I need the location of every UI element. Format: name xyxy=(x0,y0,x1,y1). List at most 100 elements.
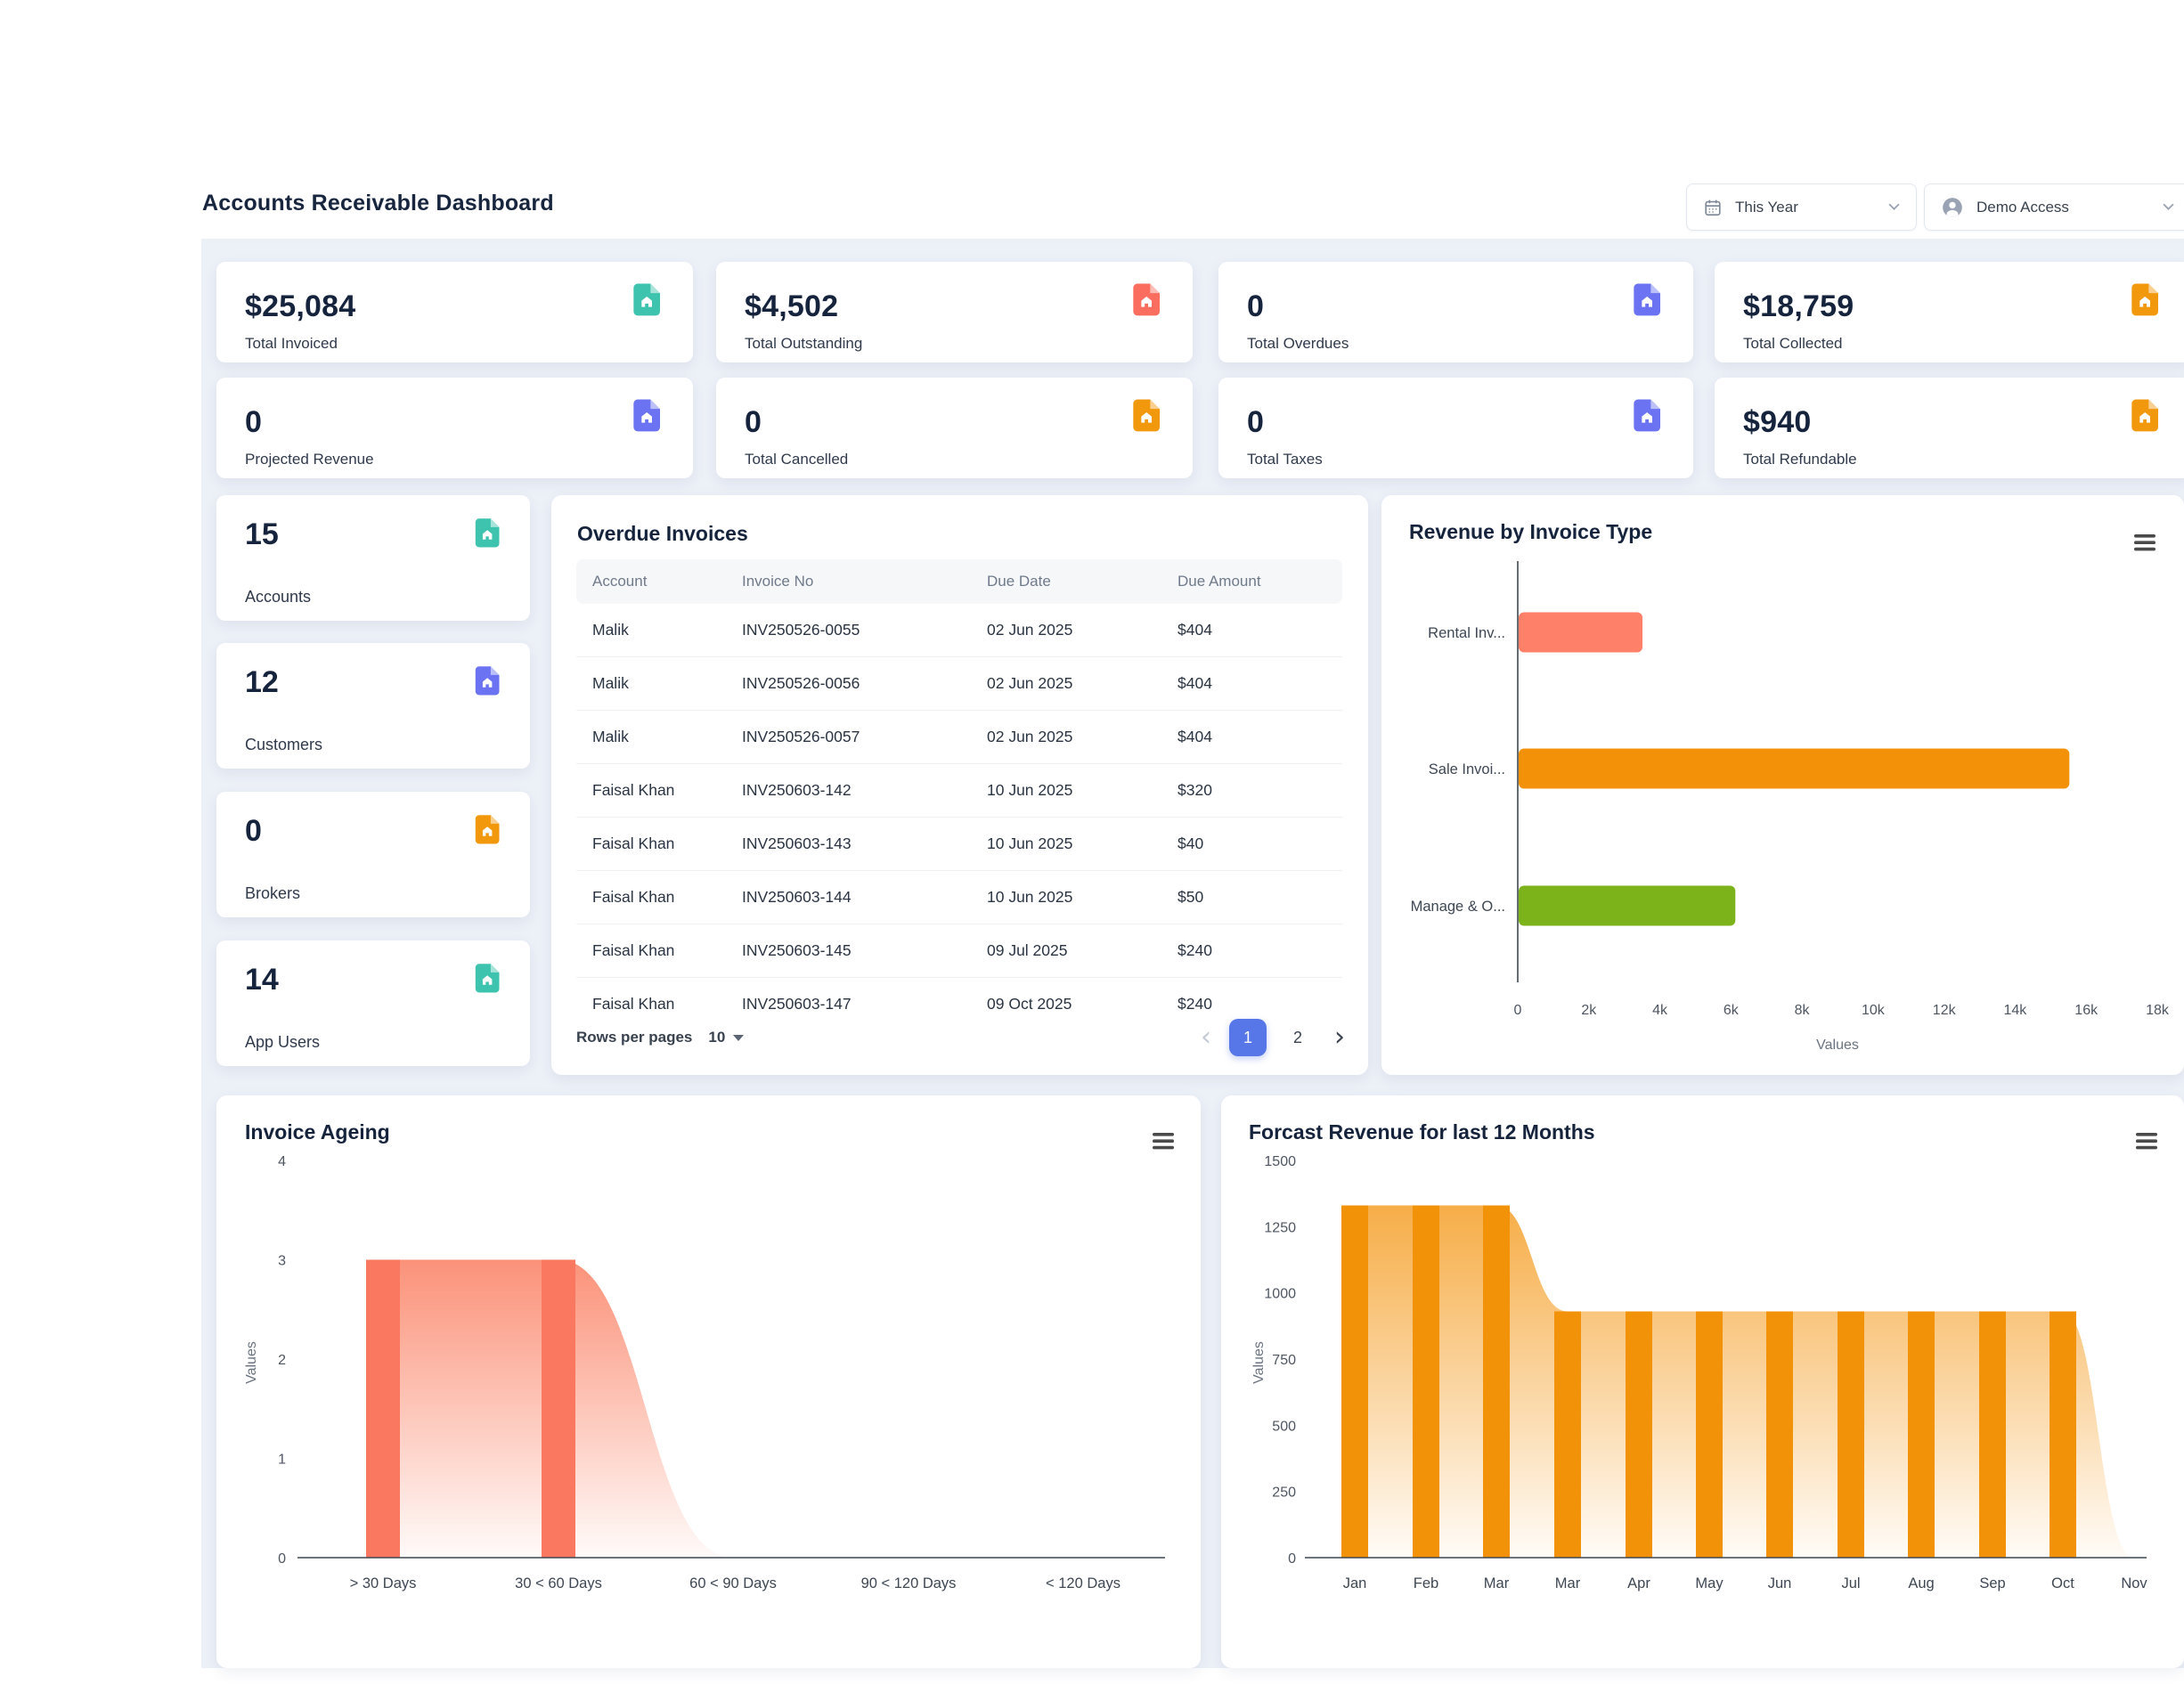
table-cell: Malik xyxy=(576,604,726,657)
chart-menu-icon[interactable] xyxy=(2136,1133,2159,1152)
table-cell: $404 xyxy=(1161,711,1342,764)
table-cell: 10 Jun 2025 xyxy=(971,818,1161,871)
table-cell: 10 Jun 2025 xyxy=(971,871,1161,924)
x-category-label: 90 < 120 Days xyxy=(861,1575,957,1591)
x-tick-label: 2k xyxy=(1581,1003,1597,1018)
stat-card: 14App Users xyxy=(216,940,530,1066)
pagination-next-icon[interactable]: › xyxy=(1334,1024,1345,1051)
kpi-label: Projected Revenue xyxy=(245,451,374,468)
y-tick-label: 1 xyxy=(278,1453,286,1468)
bar-4 xyxy=(1626,1312,1652,1559)
x-tick-label: 16k xyxy=(2074,1003,2098,1018)
table-cell: 02 Jun 2025 xyxy=(971,604,1161,657)
table-row: MalikINV250526-005502 Jun 2025$404 xyxy=(576,604,1342,657)
table-cell: INV250526-0055 xyxy=(726,604,971,657)
bar-1 xyxy=(542,1260,575,1559)
table-cell: $240 xyxy=(1161,924,1342,978)
y-tick-label: 1500 xyxy=(1264,1154,1296,1169)
chart-menu-icon[interactable] xyxy=(2134,534,2157,553)
table-cell: INV250603-143 xyxy=(726,818,971,871)
kpi-value: 0 xyxy=(245,406,262,438)
table-cell: 02 Jun 2025 xyxy=(971,711,1161,764)
x-category-label: 60 < 90 Days xyxy=(689,1575,777,1591)
stat-label: App Users xyxy=(245,1033,320,1052)
y-tick-label: 4 xyxy=(278,1154,286,1169)
table-cell: 02 Jun 2025 xyxy=(971,657,1161,711)
x-category-label: > 30 Days xyxy=(350,1575,417,1591)
invoice-file-icon xyxy=(471,813,503,845)
y-tick-label: 750 xyxy=(1272,1353,1296,1368)
x-category-label: Nov xyxy=(2121,1575,2147,1591)
period-select[interactable]: This Year xyxy=(1686,183,1917,231)
x-tick-label: 10k xyxy=(1862,1003,1886,1018)
table-cell: INV250603-147 xyxy=(726,978,971,1013)
table-footer: Rows per pages 10 ‹ 12 › xyxy=(576,1017,1345,1058)
invoice-file-icon xyxy=(1629,281,1665,317)
x-category-label: Feb xyxy=(1414,1575,1438,1591)
x-category-label: May xyxy=(1695,1575,1724,1591)
table-cell: Faisal Khan xyxy=(576,818,726,871)
stat-value: 12 xyxy=(245,666,279,698)
kpi-card: $25,084Total Invoiced xyxy=(216,262,693,362)
caret-down-icon xyxy=(733,1035,744,1041)
stat-label: Accounts xyxy=(245,588,311,606)
x-tick-label: 0 xyxy=(1514,1003,1522,1018)
y-tick-label: 250 xyxy=(1272,1486,1296,1501)
rows-per-page-value: 10 xyxy=(708,1029,725,1046)
pagination-page-2[interactable]: 2 xyxy=(1279,1019,1316,1056)
x-tick-label: 6k xyxy=(1724,1003,1740,1018)
dashboard-page: Accounts Receivable Dashboard This Year xyxy=(0,0,2184,1685)
invoice-ageing-chart: 43210> 30 Days30 < 60 Days60 < 90 Days90… xyxy=(216,1095,1201,1668)
x-category-label: Oct xyxy=(2051,1575,2074,1591)
table-cell: Malik xyxy=(576,711,726,764)
invoice-file-icon xyxy=(1629,397,1665,433)
forecast-revenue-chart: 1500125010007505002500JanFebMarMarAprMay… xyxy=(1221,1095,2184,1668)
kpi-card: $4,502Total Outstanding xyxy=(716,262,1193,362)
column-header: Due Date xyxy=(971,559,1161,604)
table-cell: INV250603-142 xyxy=(726,764,971,818)
invoice-file-icon xyxy=(471,517,503,549)
table-cell: Malik xyxy=(576,657,726,711)
page-title: Accounts Receivable Dashboard xyxy=(202,191,554,216)
hbar-category-label: Sale Invoi... xyxy=(1429,761,1505,777)
y-tick-label: 1250 xyxy=(1264,1220,1296,1235)
kpi-value: $4,502 xyxy=(745,290,838,322)
pagination-prev-icon[interactable]: ‹ xyxy=(1201,1024,1211,1051)
invoice-file-icon xyxy=(629,397,664,433)
user-select-value: Demo Access xyxy=(1976,199,2069,216)
revenue-by-invoice-type-chart: Rental Inv...Sale Invoi...Manage & O...0… xyxy=(1381,495,2184,1075)
kpi-value: $25,084 xyxy=(245,290,355,322)
forecast-revenue-panel: 1500125010007505002500JanFebMarMarAprMay… xyxy=(1221,1095,2184,1668)
table-cell: INV250603-145 xyxy=(726,924,971,978)
kpi-value: 0 xyxy=(1247,406,1264,438)
bar-7 xyxy=(1838,1312,1864,1559)
x-category-label: Mar xyxy=(1555,1575,1581,1591)
kpi-card: $18,759Total Collected xyxy=(1715,262,2184,362)
stat-value: 0 xyxy=(245,815,262,847)
invoice-file-icon xyxy=(471,664,503,696)
bar-10 xyxy=(2050,1312,2076,1559)
table-cell: $320 xyxy=(1161,764,1342,818)
kpi-card: 0Total Overdues xyxy=(1218,262,1693,362)
table-cell: Faisal Khan xyxy=(576,764,726,818)
period-select-value: This Year xyxy=(1735,199,1798,216)
y-axis-title: Values xyxy=(1251,1341,1267,1384)
pagination: ‹ 12 › xyxy=(1201,1019,1345,1056)
pagination-page-1[interactable]: 1 xyxy=(1229,1019,1267,1056)
y-tick-label: 500 xyxy=(1272,1419,1296,1434)
x-category-label: Sep xyxy=(1979,1575,2005,1591)
chevron-down-icon xyxy=(1888,203,1900,211)
kpi-card: 0Total Taxes xyxy=(1218,378,1693,478)
table-cell: $404 xyxy=(1161,657,1342,711)
user-select[interactable]: Demo Access xyxy=(1924,183,2184,231)
chart-menu-icon[interactable] xyxy=(1153,1133,1176,1152)
kpi-value: 0 xyxy=(1247,290,1264,322)
table-cell: INV250526-0057 xyxy=(726,711,971,764)
y-tick-label: 0 xyxy=(278,1551,286,1567)
table-cell: 09 Jul 2025 xyxy=(971,924,1161,978)
rows-per-page-select[interactable]: 10 xyxy=(708,1029,744,1046)
overdue-invoices-title: Overdue Invoices xyxy=(577,522,748,546)
chevron-down-icon xyxy=(2163,203,2174,211)
y-tick-label: 2 xyxy=(278,1353,286,1368)
x-category-label: Mar xyxy=(1484,1575,1510,1591)
